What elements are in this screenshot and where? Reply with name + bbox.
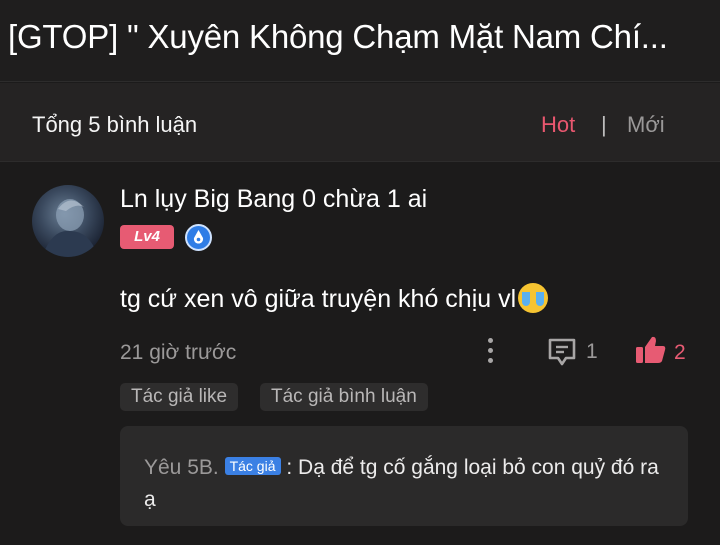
reply-line: Yêu 5B. Tác giả : Dạ để tg cố gắng loại … [144,452,674,516]
more-options-button[interactable] [482,335,498,369]
author-liked-tag: Tác giả like [120,383,239,411]
level-badge: Lv4 [120,225,174,249]
more-dot-icon [487,348,493,353]
sort-hot-tab[interactable]: Hot [541,112,575,138]
reply-count: 1 [586,340,598,363]
comment-item: Ln lụy Big Bang 0 chừa 1 ai Lv4 tg cứ xe… [0,163,720,545]
reply-icon [548,338,576,366]
comment-text: tg cứ xen vô giữa truyện khó chịu vl [120,283,549,314]
comments-summary-bar: Tổng 5 bình luận Hot | Mới [0,83,720,162]
avatar[interactable] [32,185,104,257]
more-dot-icon [487,358,493,363]
comment-timestamp: 21 giờ trước [120,341,237,364]
page-title: [GTOP] " Xuyên Không Chạm Mặt Nam Chí... [8,18,668,55]
author-reply-box: Yêu 5B. Tác giả : Dạ để tg cố gắng loại … [120,426,688,526]
reply-text: Dạ để tg cố gắng loại bỏ con quỷ đó ra ạ [144,456,659,511]
sort-new-tab[interactable]: Mới [627,112,665,138]
avatar-image [42,199,98,257]
author-replied-tag: Tác giả bình luận [260,383,428,411]
comment-text-content: tg cứ xen vô giữa truyện khó chịu vl [120,285,517,313]
like-count: 2 [674,341,686,364]
reply-author-name[interactable]: Yêu 5B. [144,456,219,479]
reply-separator: : [286,456,293,479]
comment-username[interactable]: Ln lụy Big Bang 0 chừa 1 ai [120,185,427,214]
author-badge: Tác giả [224,457,281,475]
sort-divider: | [601,112,607,137]
header-bar: [GTOP] " Xuyên Không Chạm Mặt Nam Chí... [0,0,720,82]
crying-face-icon [518,283,549,313]
more-dot-icon [487,338,493,343]
thumbs-up-icon [636,336,666,363]
total-comments-label: Tổng 5 bình luận [32,112,198,137]
verified-drop-icon [185,224,212,251]
